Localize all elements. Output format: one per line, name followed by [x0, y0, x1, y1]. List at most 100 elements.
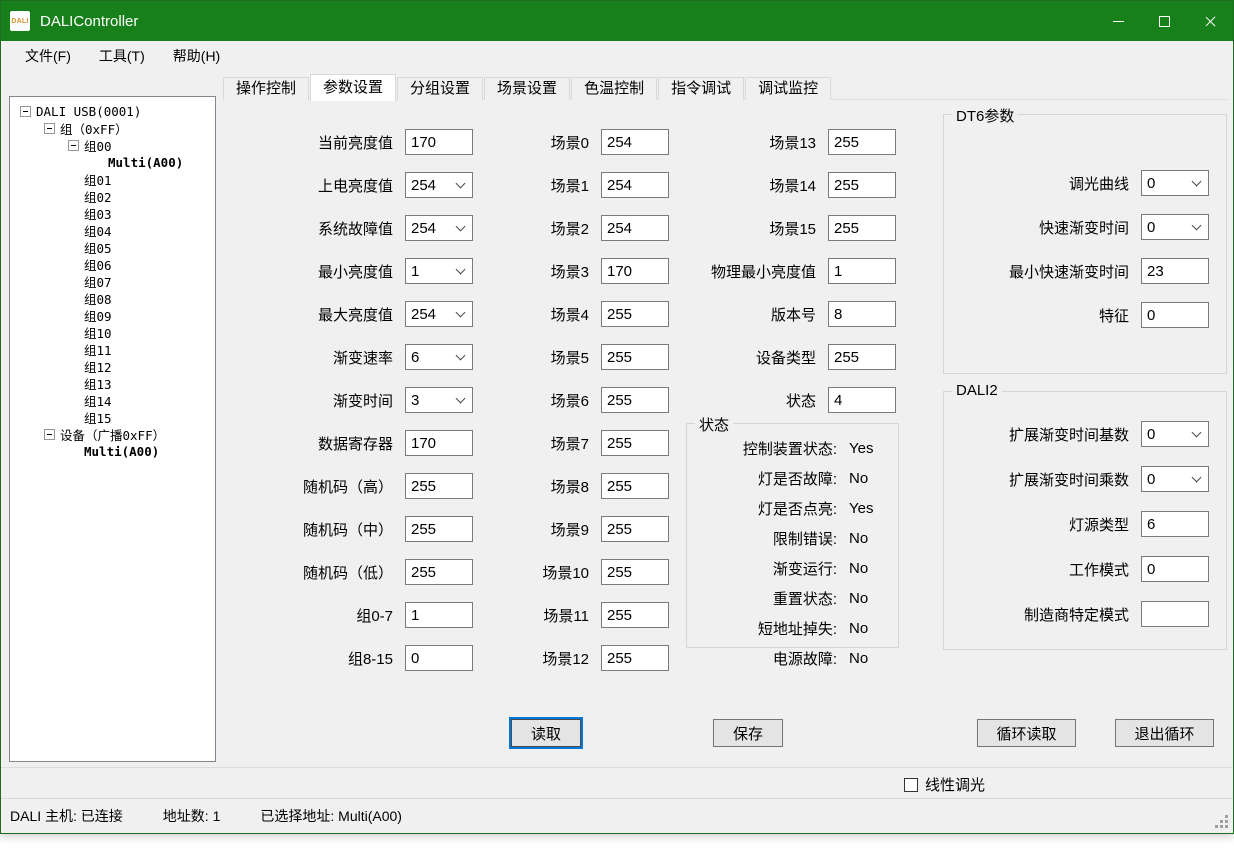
- collapse-expander-icon[interactable]: [44, 429, 55, 440]
- loop-read-button[interactable]: 循环读取: [977, 719, 1076, 747]
- field-combobox[interactable]: 0: [1141, 421, 1209, 447]
- tab-item[interactable]: 场景设置: [484, 77, 570, 100]
- linear-dimming-label: 线性调光: [925, 774, 985, 795]
- field-input[interactable]: [405, 559, 473, 585]
- field-input[interactable]: [601, 430, 669, 456]
- field-combobox[interactable]: 6: [405, 344, 473, 370]
- tree-item[interactable]: Multi(A00): [10, 443, 215, 460]
- field-input[interactable]: [828, 301, 896, 327]
- field-input[interactable]: [828, 387, 896, 413]
- field-input[interactable]: [405, 516, 473, 542]
- linear-dimming-option[interactable]: 线性调光: [904, 774, 985, 795]
- linear-dimming-checkbox[interactable]: [904, 778, 918, 792]
- field-input[interactable]: [405, 430, 473, 456]
- field-input[interactable]: [601, 344, 669, 370]
- misc-params-column: 场景13场景14场景15物理最小亮度值版本号设备类型状态: [681, 129, 896, 430]
- tree-item[interactable]: 组11: [10, 341, 215, 358]
- tree-item[interactable]: 组09: [10, 307, 215, 324]
- tree-item[interactable]: 组13: [10, 375, 215, 392]
- field-combobox[interactable]: 0: [1141, 214, 1209, 240]
- tree-item[interactable]: 组（0xFF）: [10, 120, 215, 137]
- tab-item[interactable]: 参数设置: [310, 74, 396, 101]
- param-row: 随机码（低）: [241, 559, 473, 585]
- collapse-expander-icon[interactable]: [68, 140, 79, 151]
- tree-item[interactable]: 组02: [10, 188, 215, 205]
- dt6-rows: 调光曲线0快速渐变时间0最小快速渐变时间特征: [954, 170, 1226, 328]
- field-combobox[interactable]: 254: [405, 301, 473, 327]
- field-input[interactable]: [1141, 601, 1209, 627]
- field-combobox[interactable]: 1: [405, 258, 473, 284]
- window-controls: [1095, 1, 1233, 41]
- field-input[interactable]: [828, 258, 896, 284]
- resize-grip-icon[interactable]: [1225, 825, 1228, 828]
- field-input[interactable]: [601, 129, 669, 155]
- tree-item[interactable]: 设备（广播0xFF）: [10, 426, 215, 443]
- field-input[interactable]: [1141, 302, 1209, 328]
- menu-item[interactable]: 帮助(H): [165, 43, 228, 69]
- field-input[interactable]: [601, 387, 669, 413]
- collapse-expander-icon[interactable]: [44, 123, 55, 134]
- collapse-expander-icon[interactable]: [20, 106, 31, 117]
- tab-item[interactable]: 调试监控: [745, 77, 831, 100]
- field-input[interactable]: [601, 258, 669, 284]
- field-input[interactable]: [601, 215, 669, 241]
- dali2-groupbox: DALI2 扩展渐变时间基数0扩展渐变时间乘数0灯源类型工作模式制造商特定模式: [943, 391, 1227, 650]
- field-combobox[interactable]: 254: [405, 215, 473, 241]
- field-input[interactable]: [601, 516, 669, 542]
- field-combobox[interactable]: 3: [405, 387, 473, 413]
- tree-item[interactable]: 组05: [10, 239, 215, 256]
- tab-item[interactable]: 操作控制: [223, 77, 309, 100]
- field-input[interactable]: [1141, 556, 1209, 582]
- tree-item[interactable]: 组03: [10, 205, 215, 222]
- field-input[interactable]: [1141, 511, 1209, 537]
- tree-item[interactable]: 组01: [10, 171, 215, 188]
- statusbar-address-count: 地址数: 1: [163, 806, 221, 826]
- dt6-groupbox: DT6参数 调光曲线0快速渐变时间0最小快速渐变时间特征: [943, 114, 1227, 374]
- tab-item[interactable]: 色温控制: [571, 77, 657, 100]
- read-button[interactable]: 读取: [511, 719, 581, 747]
- field-input[interactable]: [828, 172, 896, 198]
- field-input[interactable]: [828, 344, 896, 370]
- tree-item[interactable]: 组07: [10, 273, 215, 290]
- tree-item[interactable]: 组06: [10, 256, 215, 273]
- field-combobox[interactable]: 254: [405, 172, 473, 198]
- field-input[interactable]: [601, 559, 669, 585]
- tree-item[interactable]: 组00: [10, 137, 215, 154]
- field-combobox[interactable]: 0: [1141, 466, 1209, 492]
- exit-loop-button[interactable]: 退出循环: [1115, 719, 1214, 747]
- tree-item[interactable]: 组15: [10, 409, 215, 426]
- field-input[interactable]: [601, 645, 669, 671]
- combobox-value: 0: [1142, 175, 1193, 192]
- field-input[interactable]: [601, 473, 669, 499]
- minimize-button[interactable]: [1095, 1, 1141, 41]
- tree-item[interactable]: 组14: [10, 392, 215, 409]
- status-groupbox-title: 状态: [695, 414, 733, 435]
- field-input[interactable]: [828, 129, 896, 155]
- save-button[interactable]: 保存: [713, 719, 783, 747]
- tree-item[interactable]: 组08: [10, 290, 215, 307]
- field-combobox[interactable]: 0: [1141, 170, 1209, 196]
- menu-item[interactable]: 工具(T): [91, 43, 153, 69]
- menu-item[interactable]: 文件(F): [17, 43, 79, 69]
- field-label: 物理最小亮度值: [681, 261, 816, 282]
- field-input[interactable]: [601, 172, 669, 198]
- tree-item[interactable]: DALI USB(0001): [10, 103, 215, 120]
- field-input[interactable]: [828, 215, 896, 241]
- tree-item[interactable]: 组04: [10, 222, 215, 239]
- field-input[interactable]: [601, 301, 669, 327]
- field-input[interactable]: [405, 473, 473, 499]
- field-input[interactable]: [405, 602, 473, 628]
- field-label: 场景15: [681, 218, 816, 239]
- tree-item[interactable]: 组12: [10, 358, 215, 375]
- tree-item[interactable]: 组10: [10, 324, 215, 341]
- tree-item[interactable]: Multi(A00): [10, 154, 215, 171]
- field-input[interactable]: [601, 602, 669, 628]
- field-input[interactable]: [1141, 258, 1209, 284]
- tab-item[interactable]: 指令调试: [658, 77, 744, 100]
- tab-item[interactable]: 分组设置: [397, 77, 483, 100]
- field-label: 场景11: [506, 605, 589, 626]
- close-button[interactable]: [1187, 1, 1233, 41]
- field-input[interactable]: [405, 129, 473, 155]
- maximize-button[interactable]: [1141, 1, 1187, 41]
- field-input[interactable]: [405, 645, 473, 671]
